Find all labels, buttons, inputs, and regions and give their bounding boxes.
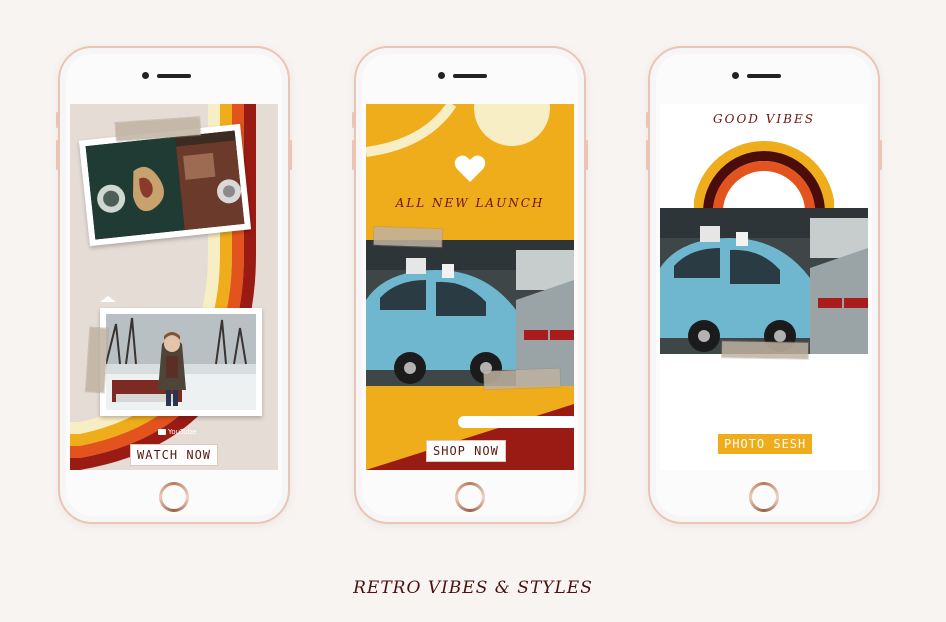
youtube-badge: YouTube bbox=[158, 428, 196, 436]
van-photo bbox=[78, 123, 252, 247]
woman-in-snow-image bbox=[105, 314, 256, 410]
photo-sesh-button[interactable]: PHOTO SESH bbox=[718, 434, 813, 454]
phone-mockup-1: YouTube WATCH NOW bbox=[56, 46, 292, 524]
tape-strip bbox=[373, 226, 443, 248]
beetle-photo bbox=[660, 208, 868, 354]
front-camera bbox=[438, 72, 445, 79]
speaker-grille bbox=[453, 74, 487, 78]
watch-now-button[interactable]: WATCH NOW bbox=[130, 444, 219, 466]
front-camera bbox=[732, 72, 739, 79]
blue-beetle-car-image bbox=[660, 208, 868, 354]
shop-now-button[interactable]: SHOP NOW bbox=[426, 440, 506, 462]
headline-good-vibes: GOOD VIBES bbox=[713, 112, 815, 126]
speaker-grille bbox=[747, 74, 781, 78]
caption: RETRO VIBES & STYLES bbox=[353, 578, 593, 598]
tape-strip bbox=[721, 341, 809, 359]
snow-photo bbox=[100, 308, 262, 416]
home-button[interactable] bbox=[159, 482, 189, 512]
beetle-photo bbox=[366, 240, 574, 386]
play-icon bbox=[158, 429, 166, 435]
vintage-van-image bbox=[85, 130, 245, 240]
tape-strip bbox=[483, 368, 561, 390]
front-camera bbox=[142, 72, 149, 79]
story-screen-all-new-launch: ALL NEW LAUNCH SHOP NOW bbox=[366, 104, 574, 470]
phone-mockup-2: ALL NEW LAUNCH SHOP NOW bbox=[352, 46, 588, 524]
home-button[interactable] bbox=[455, 482, 485, 512]
home-button[interactable] bbox=[749, 482, 779, 512]
story-screen-watch-now: YouTube WATCH NOW bbox=[70, 104, 278, 470]
heart-icon bbox=[454, 155, 486, 182]
phone-mockup-3: GOOD VIBES PHOTO SESH bbox=[646, 46, 882, 524]
blue-beetle-car-image bbox=[366, 240, 574, 386]
rainbow-arc bbox=[694, 141, 834, 212]
speaker-grille bbox=[157, 74, 191, 78]
story-screen-good-vibes: GOOD VIBES PHOTO SESH bbox=[660, 104, 868, 470]
headline-all-new-launch: ALL NEW LAUNCH bbox=[395, 196, 545, 210]
